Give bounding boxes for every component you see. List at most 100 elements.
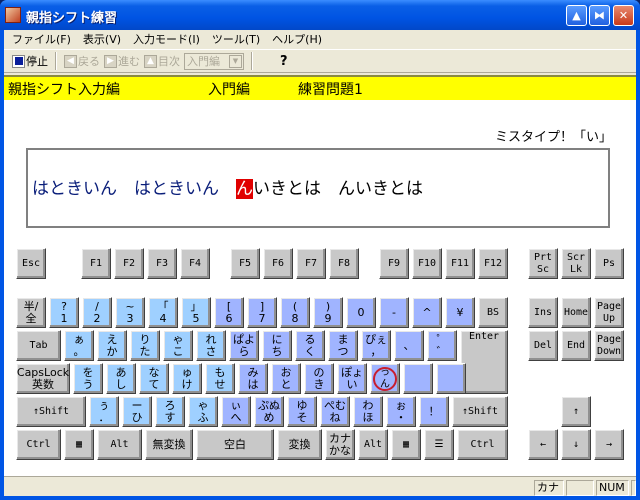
key-row2-0[interactable]: ぁ。 bbox=[64, 330, 94, 361]
key-scrlk[interactable]: Scr Lk bbox=[561, 248, 591, 279]
maximize-button[interactable]: ⧓ bbox=[589, 5, 610, 26]
key-row4-8[interactable]: わほ bbox=[353, 396, 383, 427]
key-enter[interactable]: Enter bbox=[460, 330, 508, 394]
key-row3-2[interactable]: なて bbox=[139, 363, 169, 394]
key-home[interactable]: Home bbox=[561, 297, 591, 328]
menu-view[interactable]: 表示(V) bbox=[79, 31, 129, 47]
key-kana[interactable]: カナ かな bbox=[325, 429, 355, 460]
key-row1-3[interactable]: ~3 bbox=[115, 297, 145, 328]
key-esc[interactable]: Esc bbox=[16, 248, 46, 279]
key-f10[interactable]: F10 bbox=[412, 248, 442, 279]
back-button[interactable]: ◀ 戻る bbox=[64, 53, 100, 69]
key-row3-3[interactable]: ゅけ bbox=[172, 363, 202, 394]
key-arrow-down[interactable]: ↓ bbox=[561, 429, 591, 460]
key-row1-8[interactable]: (8 bbox=[280, 297, 310, 328]
forward-button[interactable]: ▶ 進む bbox=[104, 53, 140, 69]
key-left-windows[interactable]: ▦ bbox=[64, 429, 94, 460]
key-right-windows[interactable]: ▦ bbox=[391, 429, 421, 460]
key-row1-5[interactable]: 」 5 bbox=[181, 297, 211, 328]
key-row4-5[interactable]: ぷぬめ bbox=[254, 396, 284, 427]
key-henkan[interactable]: 変換 bbox=[277, 429, 322, 460]
key-row2-5[interactable]: ぱよら bbox=[229, 330, 259, 361]
key-f7[interactable]: F7 bbox=[296, 248, 326, 279]
key-left-ctrl[interactable]: Ctrl bbox=[16, 429, 61, 460]
key-f9[interactable]: F9 bbox=[379, 248, 409, 279]
key-row4-9[interactable]: ぉ・ bbox=[386, 396, 416, 427]
key-menu[interactable]: ☰ bbox=[424, 429, 454, 460]
key-row1-4[interactable]: 「4 bbox=[148, 297, 178, 328]
key-row3-0[interactable]: をう bbox=[73, 363, 103, 394]
title-bar[interactable]: 親指シフト練習 ▲ ⧓ ✕ bbox=[0, 0, 640, 30]
key-row1-9[interactable]: ) 9 bbox=[313, 297, 343, 328]
key-row1-0[interactable]: 半/全 bbox=[16, 297, 46, 328]
key-left-alt[interactable]: Alt bbox=[97, 429, 142, 460]
key-row2-10[interactable]: 、 bbox=[394, 330, 424, 361]
key-row2-4[interactable]: れさ bbox=[196, 330, 226, 361]
key-arrow-left[interactable]: ← bbox=[528, 429, 558, 460]
key-right-ctrl[interactable]: Ctrl bbox=[457, 429, 508, 460]
key-row2-9[interactable]: ぴぇ， bbox=[361, 330, 391, 361]
key-row3-9[interactable]: っん bbox=[370, 363, 400, 394]
key-row2-2[interactable]: りた bbox=[130, 330, 160, 361]
key-row3-5[interactable]: みは bbox=[238, 363, 268, 394]
key-backspace[interactable]: BS bbox=[478, 297, 508, 328]
menu-help[interactable]: ヘルプ(H) bbox=[268, 31, 330, 47]
menu-tools[interactable]: ツール(T) bbox=[208, 31, 268, 47]
key-row3-1[interactable]: あし bbox=[106, 363, 136, 394]
key-row4-0[interactable]: ぅ． bbox=[89, 396, 119, 427]
key-row2-1[interactable]: えか bbox=[97, 330, 127, 361]
minimize-button[interactable]: ▲ bbox=[566, 5, 587, 26]
key-insert[interactable]: Ins bbox=[528, 297, 558, 328]
key-row1-12[interactable]: ^ bbox=[412, 297, 442, 328]
key-tab[interactable]: Tab bbox=[16, 330, 61, 361]
key-muhenkan[interactable]: 無変換 bbox=[145, 429, 193, 460]
key-row1-7[interactable]: ] 7 bbox=[247, 297, 277, 328]
key-f2[interactable]: F2 bbox=[114, 248, 144, 279]
key-f6[interactable]: F6 bbox=[263, 248, 293, 279]
key-f11[interactable]: F11 bbox=[445, 248, 475, 279]
key-f8[interactable]: F8 bbox=[329, 248, 359, 279]
key-row1-10[interactable]: 0 bbox=[346, 297, 376, 328]
key-delete[interactable]: Del bbox=[528, 330, 558, 361]
key-row3-7[interactable]: のき bbox=[304, 363, 334, 394]
key-f12[interactable]: F12 bbox=[478, 248, 508, 279]
key-row3-11[interactable] bbox=[436, 363, 466, 394]
key-prtsc[interactable]: Prt Sc bbox=[528, 248, 558, 279]
help-icon[interactable]: ? bbox=[280, 54, 288, 69]
key-row4-7[interactable]: ぺむね bbox=[320, 396, 350, 427]
key-arrow-right[interactable]: → bbox=[594, 429, 624, 460]
close-button[interactable]: ✕ bbox=[613, 5, 634, 26]
key-row2-11[interactable]: ゜゛ bbox=[427, 330, 457, 361]
key-row4-4[interactable]: ぃへ bbox=[221, 396, 251, 427]
key-arrow-up[interactable]: ↑ bbox=[561, 396, 591, 427]
key-f3[interactable]: F3 bbox=[147, 248, 177, 279]
key-row4-6[interactable]: ゆそ bbox=[287, 396, 317, 427]
index-button[interactable]: ▲ 目次 bbox=[144, 53, 180, 69]
key-right-alt[interactable]: Alt bbox=[358, 429, 388, 460]
key-row3-6[interactable]: おと bbox=[271, 363, 301, 394]
key-row1-2[interactable]: /2 bbox=[82, 297, 112, 328]
key-row1-13[interactable]: ¥ bbox=[445, 297, 475, 328]
key-row2-6[interactable]: にち bbox=[262, 330, 292, 361]
key-row4-2[interactable]: ろす bbox=[155, 396, 185, 427]
key-row2-3[interactable]: ゃこ bbox=[163, 330, 193, 361]
stop-button[interactable]: 停止 bbox=[12, 53, 48, 69]
key-row3-8[interactable]: ぽょい bbox=[337, 363, 367, 394]
key-row1-6[interactable]: [6 bbox=[214, 297, 244, 328]
key-row1-11[interactable]: - bbox=[379, 297, 409, 328]
key-row1-1[interactable]: ? 1 bbox=[49, 297, 79, 328]
key-page-up[interactable]: Page Up bbox=[594, 297, 624, 328]
key-capslock[interactable]: CapsLock 英数 bbox=[16, 363, 70, 394]
key-f4[interactable]: F4 bbox=[180, 248, 210, 279]
menu-input-mode[interactable]: 入力モード(I) bbox=[129, 31, 208, 47]
key-f1[interactable]: F1 bbox=[81, 248, 111, 279]
menu-file[interactable]: ファイル(F) bbox=[8, 31, 79, 47]
key-ps[interactable]: Ps bbox=[594, 248, 624, 279]
key-row4-3[interactable]: ゃふ bbox=[188, 396, 218, 427]
key-row3-4[interactable]: もせ bbox=[205, 363, 235, 394]
key-row2-8[interactable]: まつ bbox=[328, 330, 358, 361]
key-left-shift[interactable]: ↑Shift bbox=[16, 396, 86, 427]
level-select[interactable]: 入門編 ▼ bbox=[184, 52, 244, 70]
key-page-down[interactable]: Page Down bbox=[594, 330, 624, 361]
key-row3-10[interactable] bbox=[403, 363, 433, 394]
